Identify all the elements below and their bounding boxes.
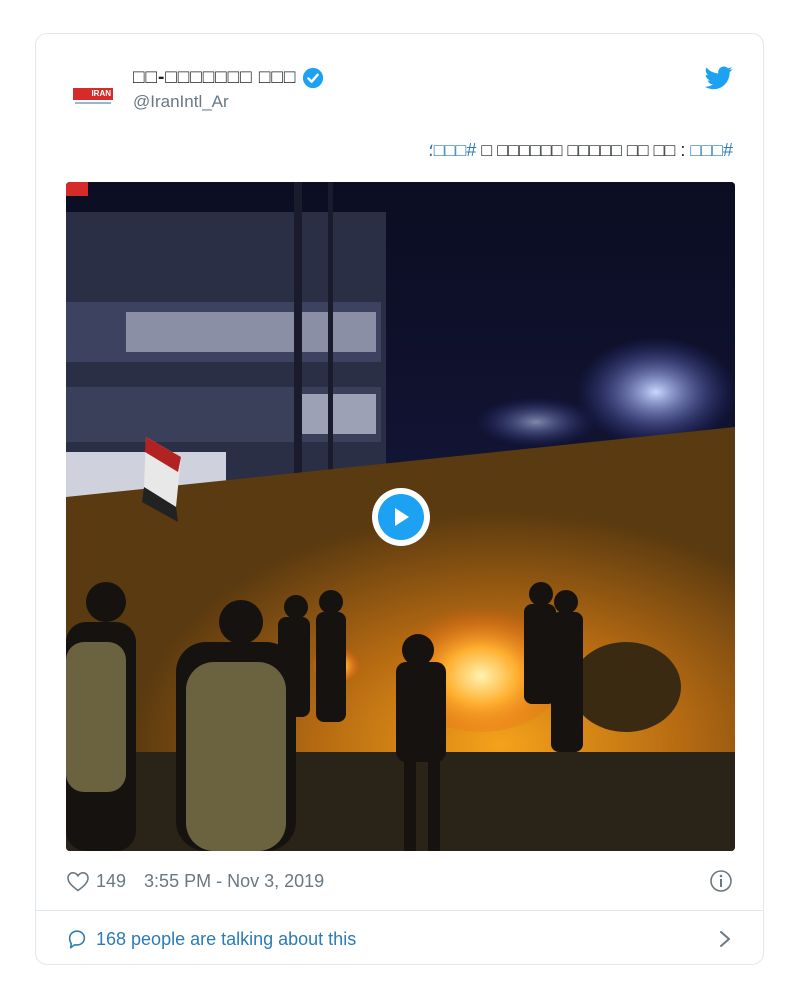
tweet-body-text: : □□ □□ □□□□□ □□□□□□ □ — [481, 140, 686, 160]
verified-badge-icon — [303, 67, 324, 89]
info-icon[interactable] — [709, 869, 733, 893]
hashtag-link[interactable]: #□□□ — [690, 140, 733, 160]
heart-icon — [67, 871, 89, 892]
tweet-text: #□□□ : □□ □□ □□□□□ □□□□□□ □ #□□□؛ — [428, 140, 733, 161]
twitter-bird-icon[interactable] — [705, 66, 733, 90]
hashtag-link[interactable]: #□□□ — [434, 140, 477, 160]
tweet-header: IRAN □□-□□□□□□□ □□□ @IranIntl_Ar — [36, 34, 763, 130]
iran-international-logo: IRAN — [71, 76, 115, 106]
author-block[interactable]: □□-□□□□□□□ □□□ @IranIntl_Ar — [133, 66, 324, 114]
conversation-link[interactable]: 168 people are talking about this — [66, 924, 733, 954]
comment-icon — [68, 930, 86, 949]
like-button[interactable]: 149 — [66, 870, 126, 892]
author-name-row: □□-□□□□□□□ □□□ — [133, 66, 324, 90]
author-display-name[interactable]: □□-□□□□□□□ □□□ — [133, 66, 296, 90]
like-count: 149 — [96, 870, 127, 891]
play-button[interactable] — [372, 488, 430, 546]
video-thumbnail[interactable] — [66, 182, 735, 851]
logo-text: IRAN — [73, 88, 113, 100]
chevron-right-icon — [720, 931, 730, 947]
media-corner-badge — [66, 182, 88, 196]
play-icon — [395, 508, 409, 526]
avatar[interactable]: IRAN — [69, 67, 117, 115]
conversation-text: 168 people are talking about this — [96, 928, 357, 949]
tweet-timestamp[interactable]: 3:55 PM - Nov 3, 2019 — [144, 871, 324, 892]
divider — [36, 910, 763, 911]
author-handle[interactable]: @IranIntl_Ar — [133, 90, 324, 114]
tweet-meta: 149 3:55 PM - Nov 3, 2019 — [66, 866, 733, 896]
tweet-card: IRAN □□-□□□□□□□ □□□ @IranIntl_Ar #□□□ : … — [35, 33, 764, 965]
